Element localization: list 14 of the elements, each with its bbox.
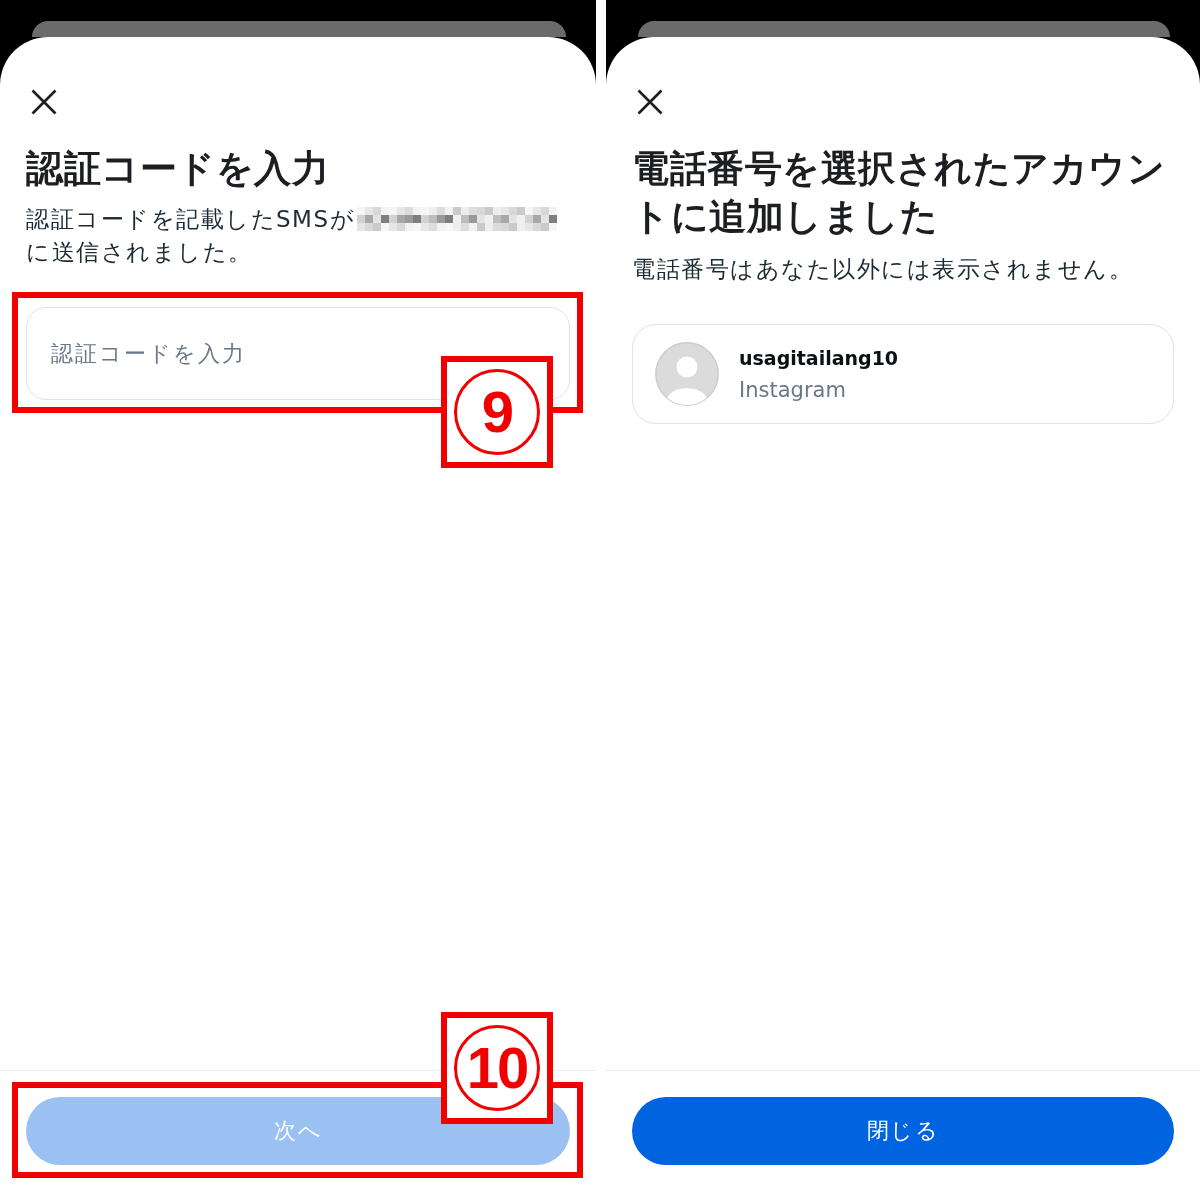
step-number: 10	[454, 1025, 540, 1111]
close-icon	[637, 89, 663, 115]
close-button[interactable]	[31, 89, 57, 115]
app-name-text: Instagram	[739, 377, 846, 404]
close-button[interactable]	[637, 89, 663, 115]
default-avatar-icon	[655, 342, 719, 406]
step-number: 9	[454, 369, 540, 455]
close-icon	[31, 89, 57, 115]
username-text: usagitailang10	[739, 346, 899, 371]
description-text: 認証コードを記載したSMSが に送信されました。	[26, 203, 570, 269]
dialog-title: 認証コードを入力	[26, 146, 330, 192]
subtitle-text: 電話番号はあなた以外には表示されません。	[632, 255, 1134, 284]
primary-button[interactable]: 閉じる	[632, 1097, 1174, 1165]
dialog-title: 電話番号を選択されたアカウントに追加しました	[632, 146, 1166, 240]
